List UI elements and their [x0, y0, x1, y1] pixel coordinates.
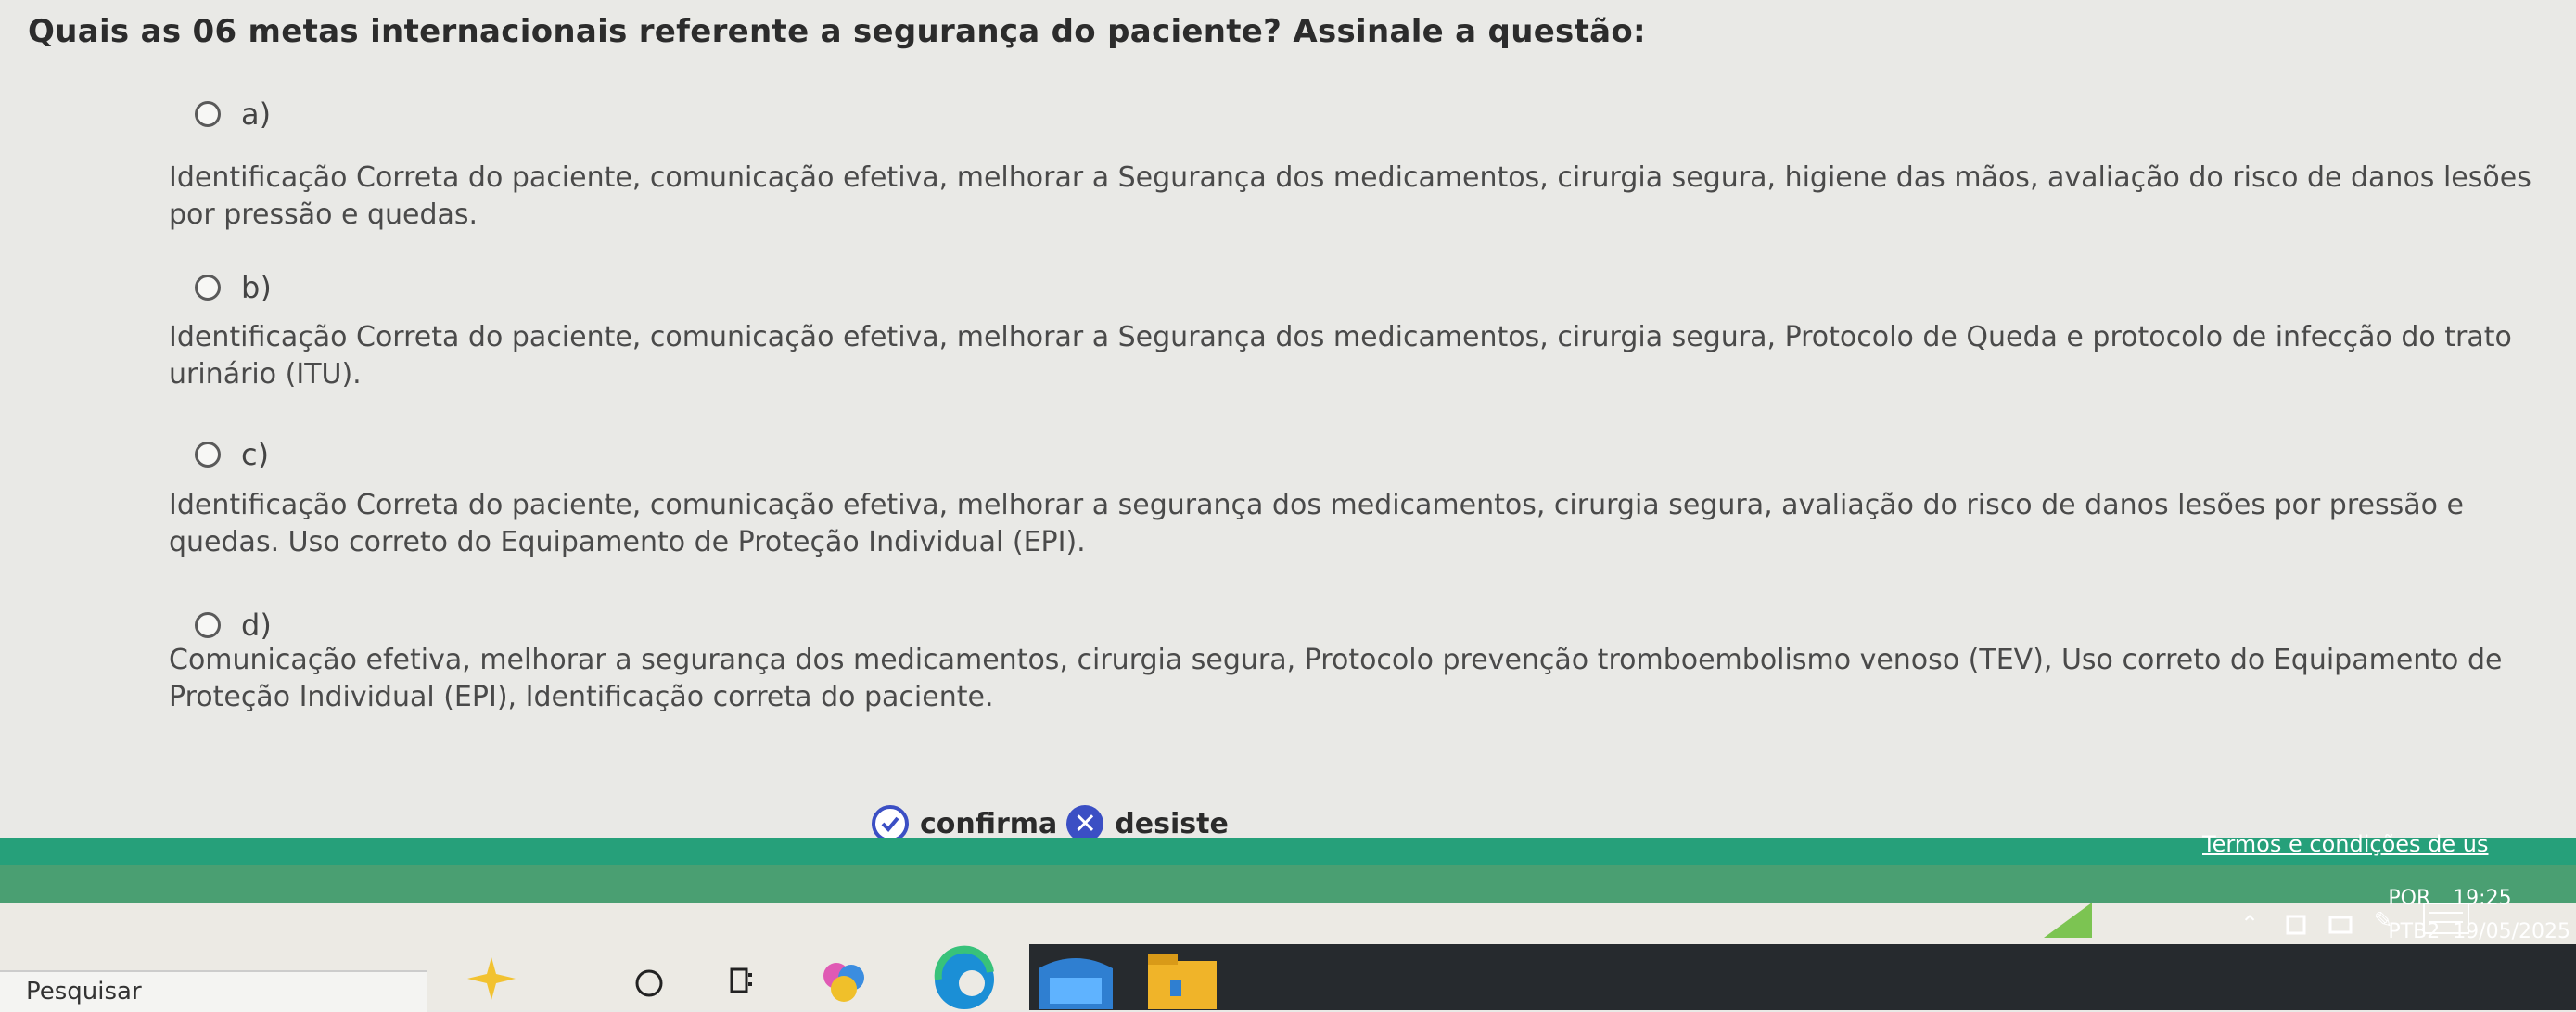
- option-c-text[interactable]: Identificação Correta do paciente, comun…: [169, 487, 2533, 561]
- action-bar: confirma ✕ desiste: [872, 805, 1238, 842]
- widgets-icon[interactable]: [723, 963, 760, 1000]
- option-d[interactable]: d): [195, 608, 272, 643]
- clock-time[interactable]: 19:25: [2453, 887, 2511, 910]
- language-indicator[interactable]: POR: [2388, 887, 2430, 910]
- search-input[interactable]: Pesquisar: [26, 978, 142, 1006]
- option-b[interactable]: b): [195, 270, 272, 305]
- option-b-text[interactable]: Identificação Correta do paciente, comun…: [169, 319, 2533, 393]
- task-view-icon[interactable]: [631, 965, 668, 1002]
- option-c-letter: c): [241, 437, 270, 472]
- keyboard-layout[interactable]: PTB2: [2388, 920, 2440, 943]
- network-icon[interactable]: [2277, 909, 2315, 941]
- confirm-button[interactable]: confirma: [920, 808, 1057, 840]
- edge-browser-icon[interactable]: [927, 942, 1001, 1010]
- taskbar-search[interactable]: Pesquisar: [0, 970, 427, 1012]
- chevron-up-icon[interactable]: ⌃: [2240, 911, 2259, 937]
- file-explorer-icon[interactable]: [1141, 946, 1224, 1010]
- copilot-sparkle-icon[interactable]: [464, 955, 519, 1002]
- colorful-app-icon[interactable]: [816, 955, 872, 1006]
- clock-date[interactable]: 19/05/2025: [2453, 920, 2570, 943]
- terms-link[interactable]: Termos e condições de us: [2202, 831, 2489, 857]
- question-title: Quais as 06 metas internacionais referen…: [28, 13, 1646, 50]
- close-icon[interactable]: ✕: [1066, 805, 1104, 842]
- cancel-button[interactable]: desiste: [1115, 808, 1229, 840]
- desktop-band: [0, 865, 2576, 903]
- option-d-letter: d): [241, 608, 272, 643]
- taskbar-tray-area: [1029, 944, 2576, 1010]
- option-a[interactable]: a): [195, 96, 271, 132]
- option-a-letter: a): [241, 96, 272, 132]
- speaker-icon[interactable]: [2324, 909, 2361, 941]
- option-b-letter: b): [241, 270, 272, 305]
- option-c[interactable]: c): [195, 437, 269, 472]
- option-d-text[interactable]: Comunicação efetiva, melhorar a seguranç…: [169, 642, 2533, 716]
- option-a-text[interactable]: Identificação Correta do paciente, comun…: [169, 160, 2533, 234]
- store-icon[interactable]: [1029, 946, 1122, 1010]
- check-icon[interactable]: [872, 805, 909, 842]
- footer-bar: [0, 838, 2576, 865]
- option-b-radio[interactable]: [195, 275, 221, 301]
- weather-icon[interactable]: [2040, 896, 2096, 942]
- option-c-radio[interactable]: [195, 442, 221, 468]
- option-a-radio[interactable]: [195, 101, 221, 127]
- option-d-radio[interactable]: [195, 612, 221, 638]
